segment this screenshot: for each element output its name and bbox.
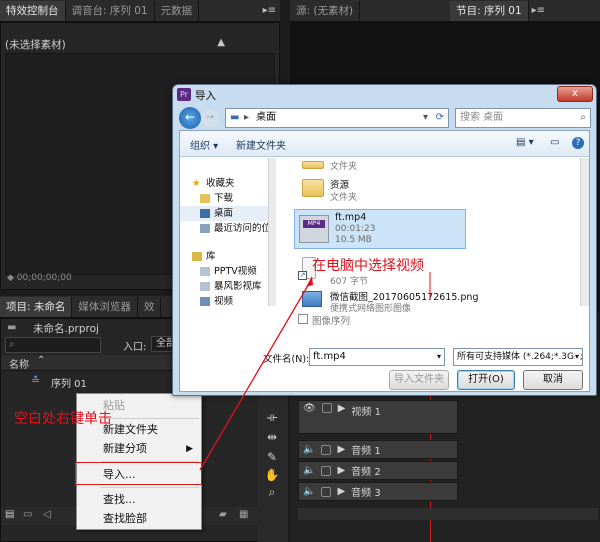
annotation-arrow bbox=[199, 272, 431, 471]
premiere-workspace: 特效控制台 调音台: 序列 01 元数据 ▸≡ (未选择素材) ▲ ◆ 00;0… bbox=[0, 0, 600, 542]
annotation-select-video: 在电脑中选择视频 bbox=[312, 258, 424, 274]
annotation-right-click: 空白处右键单击 bbox=[14, 411, 112, 427]
arrow-line bbox=[199, 281, 311, 471]
arrow-head bbox=[306, 276, 313, 287]
